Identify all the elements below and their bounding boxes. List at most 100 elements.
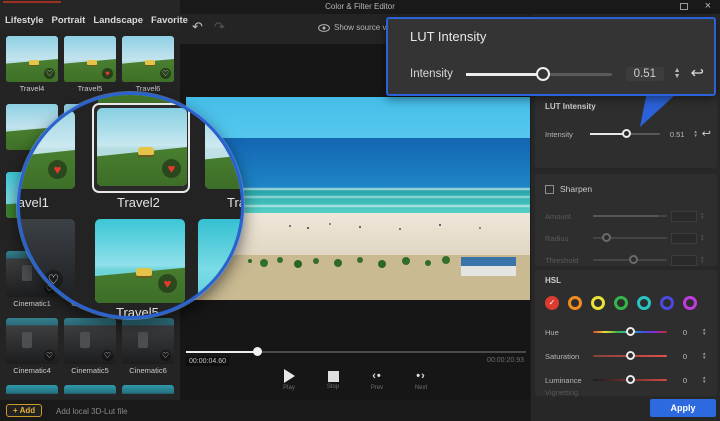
stepper-down-icon[interactable]: ▼ [702, 380, 706, 384]
slider-handle[interactable] [626, 327, 635, 336]
hsl-color-selector: ✓ [545, 296, 697, 310]
reset-icon[interactable]: ↩ [702, 129, 711, 139]
favorite-heart-icon[interactable]: ♡ [102, 350, 113, 361]
favorite-heart-icon[interactable]: ♥ [102, 68, 113, 79]
thumb-image: ♥ [97, 108, 187, 186]
favorite-heart-icon[interactable]: ♥ [162, 159, 181, 178]
slider-handle[interactable] [626, 351, 635, 360]
magnified-label: Travel1 [17, 195, 49, 210]
amount-label: Amount [545, 212, 593, 221]
prev-frame-button[interactable]: ‹• Prev [364, 369, 390, 391]
callout-intensity-slider[interactable] [466, 73, 612, 76]
lut-intensity-callout: LUT Intensity Intensity 0.51 ▲ ▼ ↩ [386, 17, 716, 96]
tab-lifestyle[interactable]: Lifestyle [5, 15, 44, 26]
preset-label: Travel4 [6, 84, 58, 93]
magnified-thumb-partial [17, 92, 75, 111]
undo-icon[interactable]: ↶ [192, 19, 203, 35]
magnified-label: Travel3 [227, 195, 244, 210]
favorite-heart-icon[interactable]: ♡ [160, 350, 171, 361]
stepper-down-icon[interactable]: ▼ [693, 134, 697, 138]
preset-thumb-cinematic4[interactable]: ♡ [6, 318, 58, 364]
callout-intensity-label: Intensity [410, 68, 466, 80]
tab-landscape[interactable]: Landscape [93, 15, 143, 26]
slider-handle[interactable] [622, 129, 631, 138]
car-graphic [145, 60, 155, 65]
stepper-down-icon[interactable]: ▼ [674, 74, 681, 81]
luminance-label: Luminance [545, 376, 593, 385]
intensity-label: Intensity [545, 130, 590, 139]
luminance-slider[interactable] [593, 379, 667, 381]
tab-favorite[interactable]: Favorite [151, 15, 188, 26]
preset-label: Cinematic6 [122, 366, 174, 375]
stepper-down-icon: ▼ [700, 238, 704, 242]
slider-handle[interactable] [626, 375, 635, 384]
magnified-thumb-travel1[interactable]: ♥ [17, 111, 75, 189]
favorite-heart-icon[interactable]: ♡ [44, 350, 55, 361]
stop-label: Stop [327, 384, 339, 390]
preset-label: Cinematic5 [64, 366, 116, 375]
luminance-value: 0 [671, 376, 699, 385]
preset-thumb-cinematic6[interactable]: ♡ [122, 318, 174, 364]
color-yellow[interactable] [591, 296, 605, 310]
close-icon[interactable]: × [705, 0, 711, 13]
color-red-selected[interactable]: ✓ [545, 296, 559, 310]
lut-intensity-section: LUT Intensity Intensity 0.51 ▲ ▼ ↩ [535, 96, 717, 168]
color-green[interactable] [614, 296, 628, 310]
intensity-value: 0.51 [664, 130, 690, 139]
favorite-heart-icon[interactable]: ♥ [158, 274, 177, 293]
hill-graphic [205, 111, 244, 189]
stepper-down-icon[interactable]: ▼ [702, 332, 706, 336]
favorite-heart-icon[interactable]: ♥ [48, 160, 67, 179]
car-graphic [136, 268, 152, 276]
favorite-heart-icon[interactable]: ♡ [160, 68, 171, 79]
play-button[interactable]: Play [276, 369, 302, 391]
intensity-stepper[interactable]: ▲ ▼ [693, 130, 697, 138]
magnified-label: Travel2 [117, 195, 160, 210]
slider-handle [602, 233, 611, 242]
intensity-slider[interactable] [590, 133, 660, 135]
next-frame-button[interactable]: •› Next [408, 369, 434, 391]
sharpen-checkbox-row: Sharpen [545, 184, 592, 194]
slider-handle[interactable] [536, 67, 550, 81]
magnified-thumb-travel3[interactable] [205, 111, 244, 189]
luminance-stepper[interactable]: ▲ ▼ [702, 376, 706, 384]
preset-thumb-travel5[interactable]: ♥ [64, 36, 116, 82]
stepper-down-icon[interactable]: ▼ [702, 356, 706, 360]
playhead-handle[interactable] [253, 347, 262, 356]
favorite-heart-icon[interactable]: ♡ [44, 68, 55, 79]
callout-reset-icon[interactable]: ↩ [691, 67, 704, 81]
stepper-down-icon: ▼ [700, 260, 704, 264]
redo-icon[interactable]: ↷ [214, 19, 225, 35]
saturation-stepper[interactable]: ▲ ▼ [702, 352, 706, 360]
preset-thumb-cinematic5[interactable]: ♡ [64, 318, 116, 364]
play-label: Play [283, 385, 295, 391]
tab-portrait[interactable]: Portrait [52, 15, 86, 26]
preset-thumb-travel6[interactable]: ♡ [122, 36, 174, 82]
add-lut-button[interactable]: + Add [6, 404, 42, 417]
sharpen-checkbox[interactable] [545, 185, 554, 194]
hue-value: 0 [671, 328, 699, 337]
callout-stepper[interactable]: ▲ ▼ [674, 68, 681, 81]
preset-label: Cinematic4 [6, 366, 58, 375]
color-blue[interactable] [660, 296, 674, 310]
car-graphic [138, 147, 154, 155]
luminance-row: Luminance 0 ▲ ▼ [545, 374, 711, 386]
color-filter-editor-window: Color & Filter Editor × Lifestyle Portra… [0, 0, 720, 421]
active-tab-indicator [3, 1, 61, 3]
color-magenta[interactable] [683, 296, 697, 310]
stop-button[interactable]: Stop [320, 369, 346, 391]
hue-stepper[interactable]: ▲ ▼ [702, 328, 706, 336]
hue-slider[interactable] [593, 331, 667, 333]
color-cyan[interactable] [637, 296, 651, 310]
current-time: 00:00:04.60 [186, 357, 229, 366]
magnified-thumb-cinematic[interactable]: ♡ [17, 219, 75, 303]
sharpen-radius-row: Radius ▲ ▼ [545, 232, 711, 244]
favorite-heart-icon[interactable]: ♡ [44, 270, 63, 289]
magnified-thumb-travel2-selected[interactable]: ♥ [92, 103, 190, 193]
saturation-slider[interactable] [593, 355, 667, 357]
magnified-thumb-travel5[interactable]: ♥ [95, 219, 185, 303]
apply-button[interactable]: Apply [650, 399, 716, 417]
preset-thumb-travel4[interactable]: ♡ [6, 36, 58, 82]
color-orange[interactable] [568, 296, 582, 310]
maximize-icon[interactable] [680, 3, 688, 10]
